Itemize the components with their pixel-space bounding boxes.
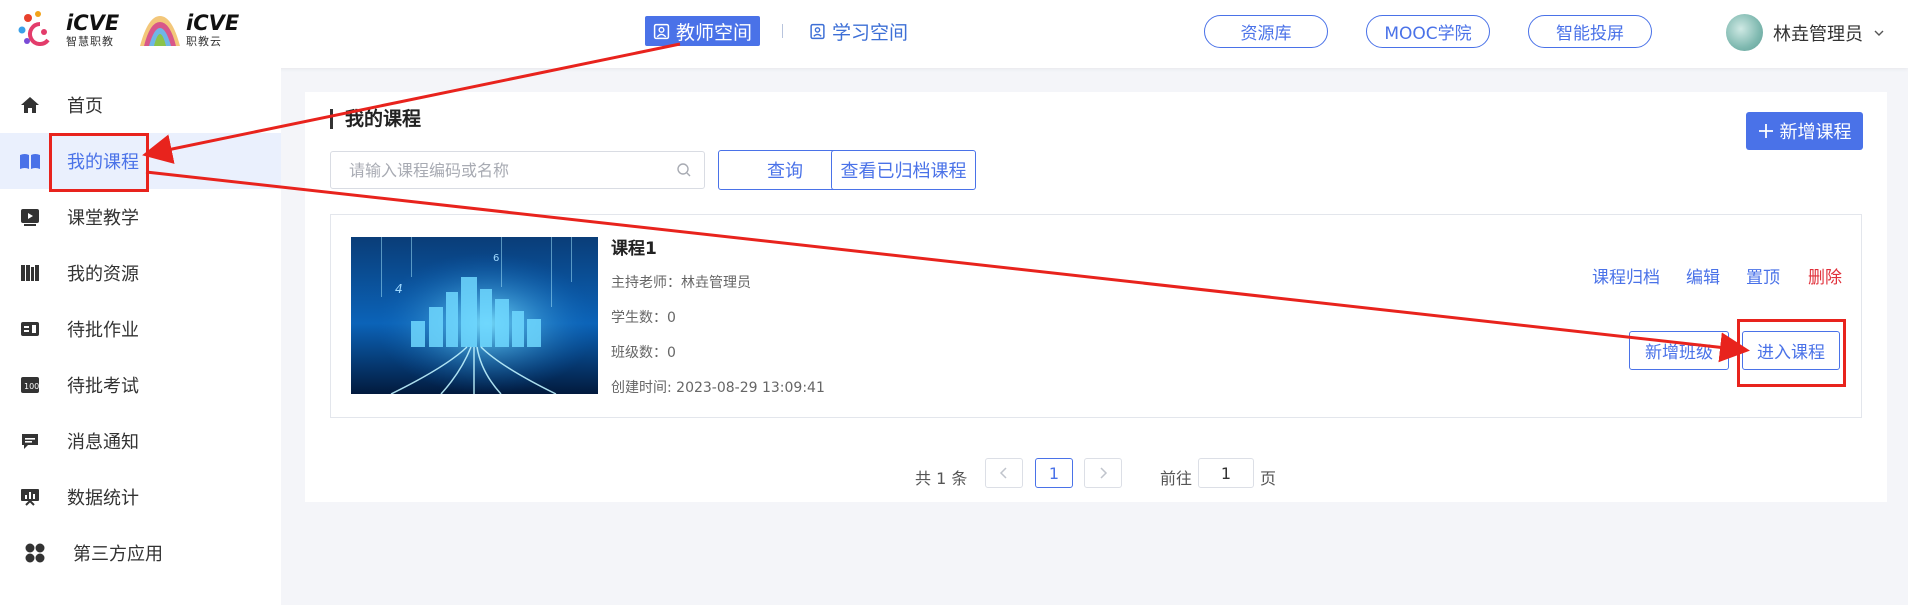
- portrait-icon: [653, 23, 670, 39]
- search-input[interactable]: [349, 152, 669, 188]
- icve-logo-mark-icon: [18, 11, 50, 46]
- sidebar-item-classroom[interactable]: 课堂教学: [0, 189, 281, 245]
- sidebar-item-pending-exams[interactable]: 100 待批考试: [0, 357, 281, 413]
- logo-subtitle: 职教云: [186, 35, 222, 48]
- sidebar-item-label: 数据统计: [67, 488, 139, 509]
- sidebar-item-label: 我的资源: [67, 264, 139, 285]
- goto-prefix: 前往: [1160, 469, 1193, 488]
- course-thumbnail[interactable]: 4 6: [351, 237, 598, 394]
- course-class-count: 班级数：0: [611, 345, 676, 361]
- course-search: [330, 151, 705, 189]
- pagination-total: 共 1 条: [915, 469, 968, 488]
- logo-title: iCVE: [66, 11, 120, 35]
- sidebar-item-third-party-apps[interactable]: 第三方应用: [0, 525, 281, 581]
- divider: [782, 24, 784, 38]
- goto-page-input[interactable]: [1198, 458, 1254, 488]
- svg-text:4: 4: [395, 282, 403, 296]
- sidebar-item-label: 待批作业: [67, 320, 139, 341]
- svg-text:100: 100: [24, 382, 39, 391]
- top-header: iCVE 智慧职教 iCVE 职教云 教师空间 学习空间 资源库 MOOC学院 …: [0, 0, 1908, 68]
- pin-course-link[interactable]: 置顶: [1746, 263, 1780, 288]
- apps-grid-icon: [24, 542, 46, 564]
- delete-course-link[interactable]: 删除: [1808, 263, 1842, 288]
- books-shelf-icon: [19, 262, 41, 284]
- logo-title: iCVE: [186, 11, 240, 35]
- search-icon[interactable]: [676, 162, 692, 178]
- course-teacher: 主持老师：林垚管理员: [611, 275, 751, 291]
- course-cover-image: 4 6: [351, 237, 598, 394]
- annotation-highlight-my-courses: [49, 133, 149, 192]
- user-name: 林垚管理员: [1773, 23, 1863, 45]
- logo-subtitle: 智慧职教: [66, 35, 114, 48]
- sidebar-item-home[interactable]: 首页: [0, 77, 281, 133]
- plus-icon: [1758, 124, 1773, 138]
- resource-library-button[interactable]: 资源库: [1204, 15, 1328, 48]
- mooc-college-button[interactable]: MOOC学院: [1366, 15, 1490, 48]
- chevron-left-icon: [999, 467, 1007, 479]
- sidebar-item-label: 首页: [67, 96, 103, 117]
- tab-teacher-space[interactable]: 教师空间: [645, 16, 761, 46]
- add-course-label: 新增课程: [1779, 122, 1852, 143]
- user-menu[interactable]: 林垚管理员: [1726, 14, 1885, 51]
- tab-label: 学习空间: [832, 21, 909, 44]
- annotation-highlight-enter-course: [1737, 319, 1846, 387]
- icve-cloud-logo-mark-icon: [140, 16, 180, 46]
- course-student-count: 学生数：0: [611, 310, 676, 326]
- play-screen-icon: [19, 206, 41, 228]
- sidebar-item-label: 第三方应用: [73, 544, 163, 565]
- smart-cast-button[interactable]: 智能投屏: [1528, 15, 1652, 48]
- edit-course-link[interactable]: 编辑: [1686, 263, 1720, 288]
- icve-logo[interactable]: iCVE 智慧职教: [18, 10, 119, 50]
- next-page-button[interactable]: [1084, 458, 1122, 488]
- exam-icon: 100: [19, 374, 41, 396]
- chevron-down-icon: [1874, 30, 1884, 36]
- tab-label: 教师空间: [676, 21, 753, 44]
- course-title[interactable]: 课程1: [611, 234, 657, 259]
- course-created-time: 创建时间: 2023-08-29 13:09:41: [611, 380, 825, 396]
- sidebar-item-label: 课堂教学: [67, 208, 139, 229]
- add-class-button[interactable]: 新增班级: [1629, 331, 1729, 370]
- page-number-button[interactable]: 1: [1035, 458, 1073, 488]
- prev-page-button[interactable]: [985, 458, 1023, 488]
- avatar: [1726, 14, 1763, 51]
- homework-icon: [19, 318, 41, 340]
- sidebar-item-pending-homework[interactable]: 待批作业: [0, 301, 281, 357]
- add-course-button[interactable]: 新增课程: [1746, 112, 1863, 150]
- sidebar-item-messages[interactable]: 消息通知: [0, 413, 281, 469]
- goto-suffix: 页: [1260, 469, 1277, 488]
- book-user-icon: [810, 23, 825, 39]
- svg-text:6: 6: [493, 253, 499, 264]
- space-switcher: 教师空间 学习空间: [645, 16, 916, 46]
- home-icon: [19, 94, 41, 116]
- sidebar-item-my-resources[interactable]: 我的资源: [0, 245, 281, 301]
- view-archived-button[interactable]: 查看已归档课程: [831, 150, 976, 190]
- sidebar-item-label: 消息通知: [67, 432, 139, 453]
- icve-cloud-logo[interactable]: iCVE 职教云: [138, 10, 239, 50]
- tab-learning-space[interactable]: 学习空间: [801, 16, 916, 46]
- sidebar-item-label: 待批考试: [67, 376, 139, 397]
- message-icon: [19, 430, 41, 452]
- statistics-icon: [19, 486, 41, 508]
- page-title: 我的课程: [330, 109, 421, 129]
- open-book-icon: [19, 150, 41, 172]
- chevron-right-icon: [1100, 467, 1108, 479]
- archive-course-link[interactable]: 课程归档: [1592, 263, 1660, 288]
- sidebar-item-statistics[interactable]: 数据统计: [0, 469, 281, 525]
